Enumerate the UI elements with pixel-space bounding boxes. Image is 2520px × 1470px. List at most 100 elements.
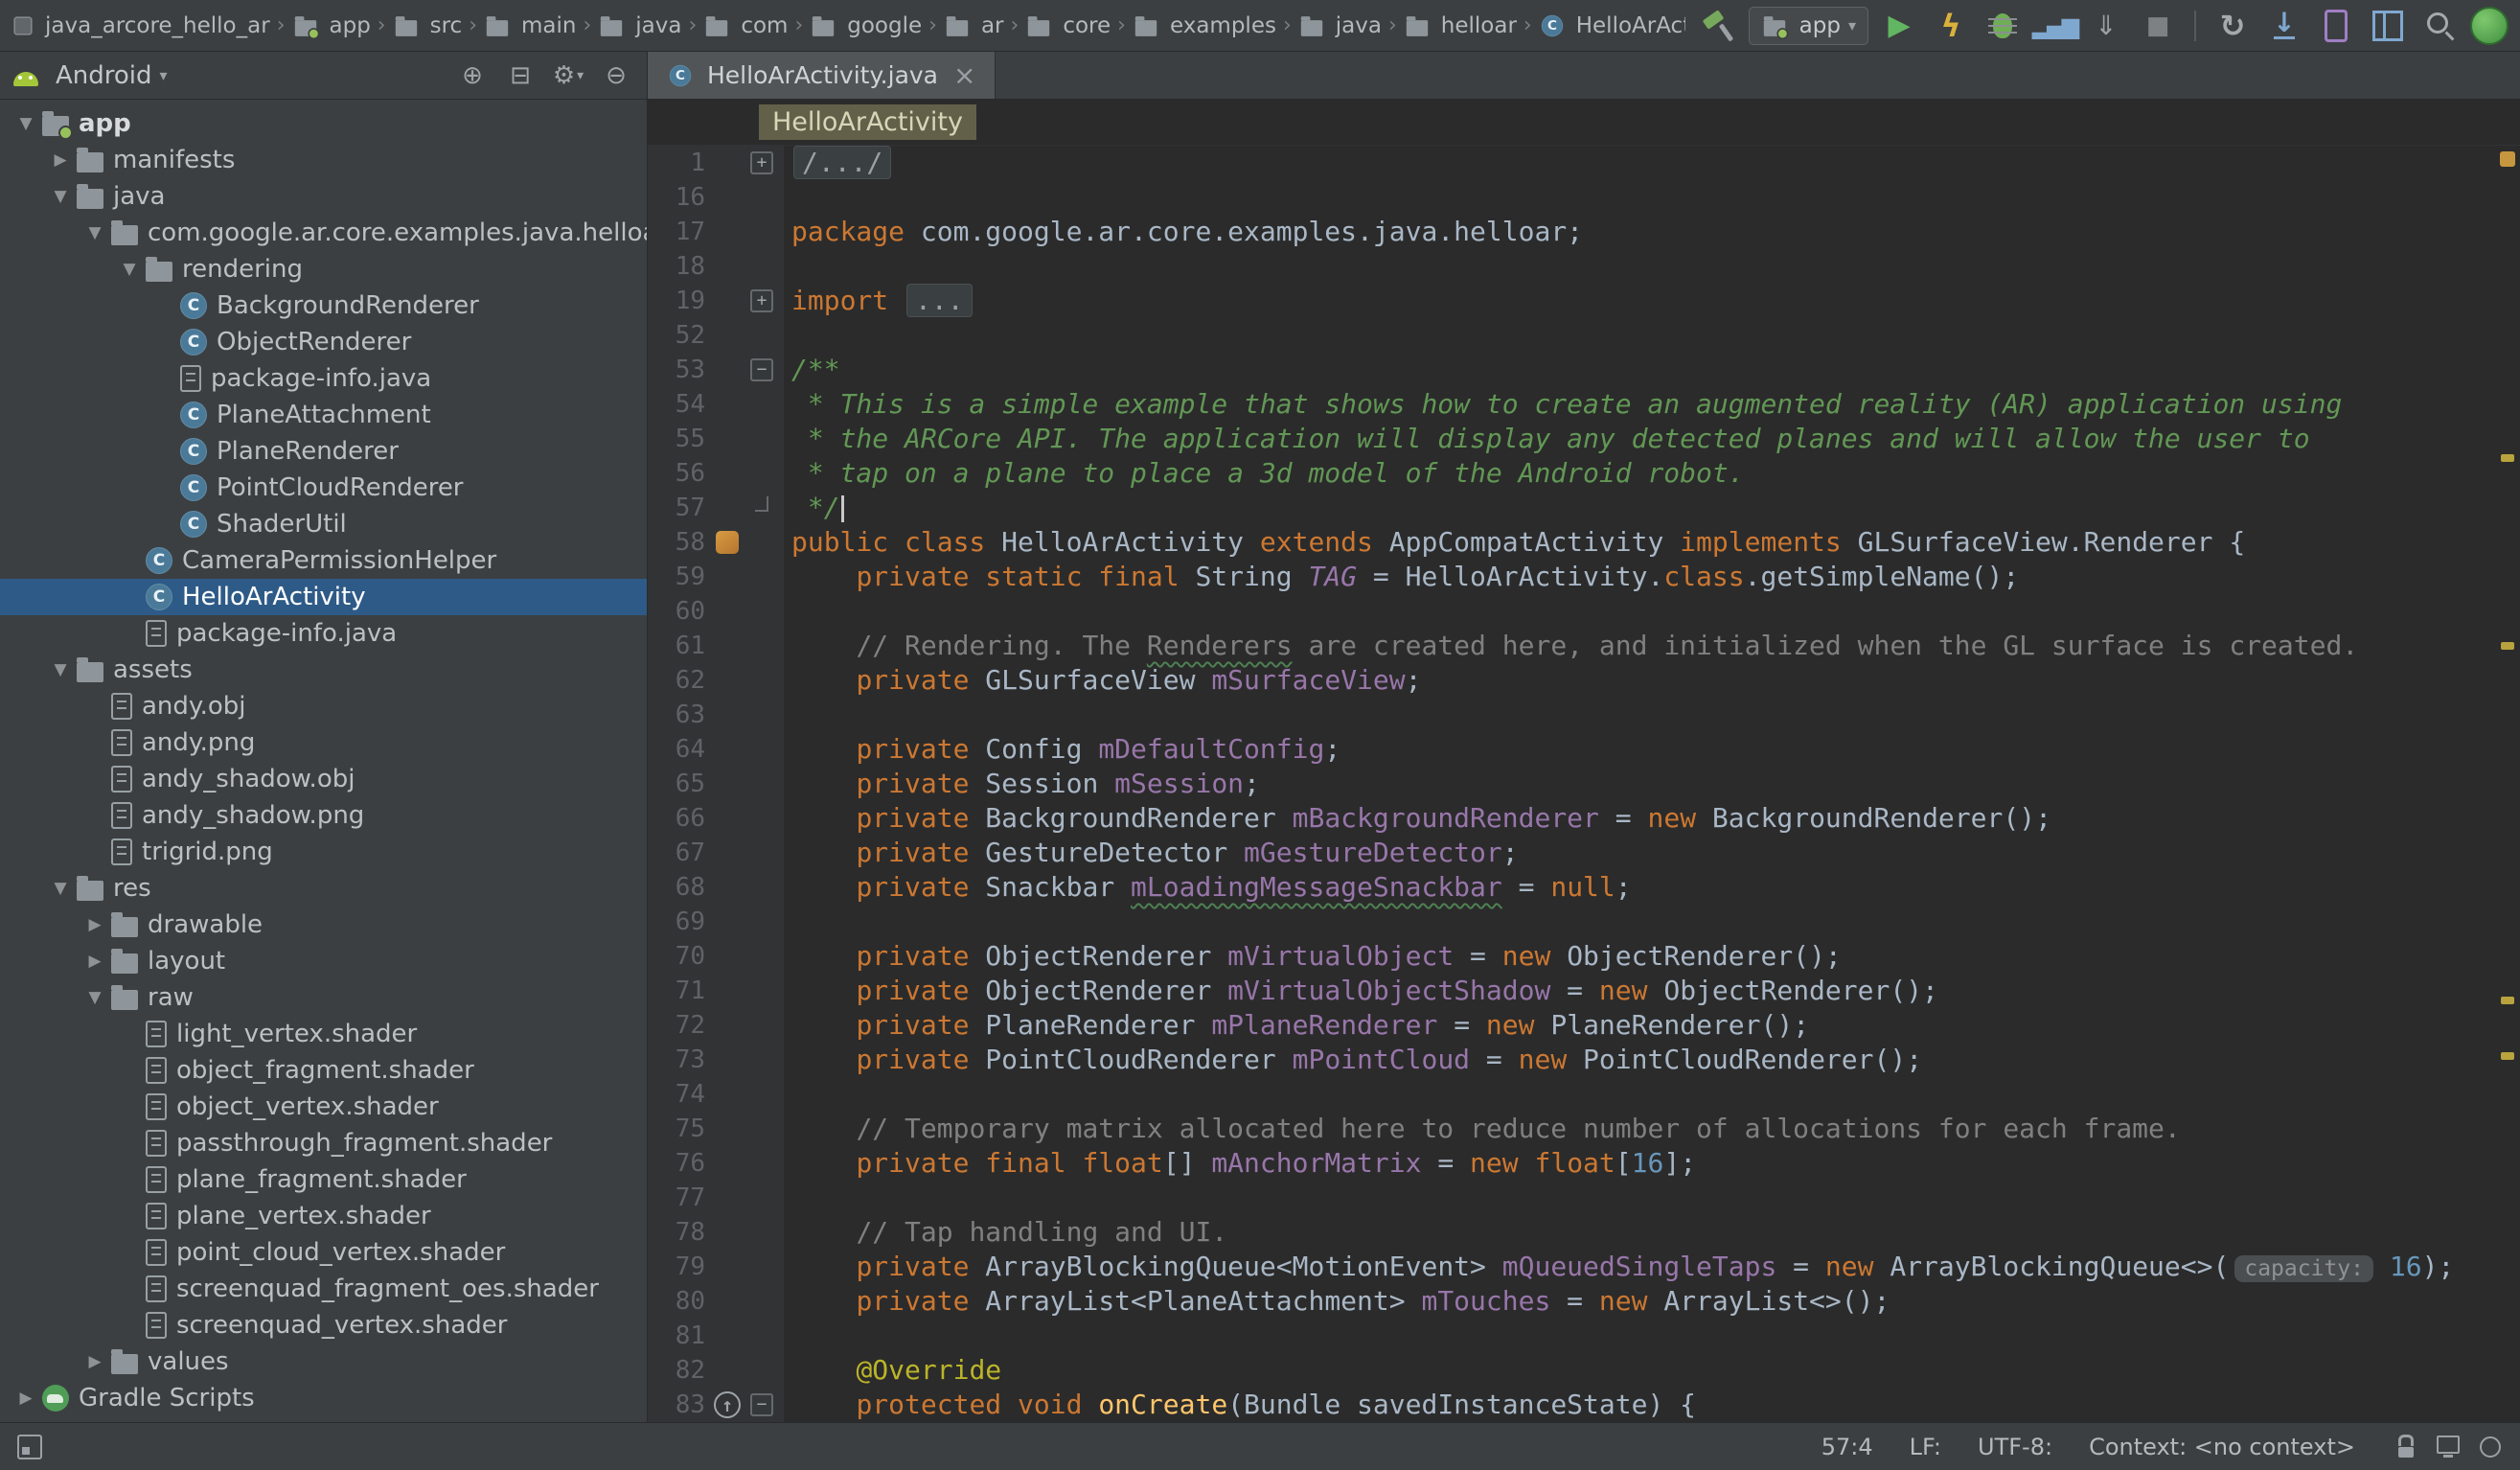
inspection-indicator-icon[interactable] [2500,151,2515,167]
code-line[interactable]: 16 [648,180,2495,215]
fold-marker-plus[interactable] [745,284,778,318]
code-line[interactable]: 74 [648,1077,2495,1112]
tree-item[interactable]: andy_shadow.obj [0,761,647,797]
code-line[interactable]: 65 private Session mSession; [648,767,2495,801]
fold-marker-minus[interactable] [745,1388,778,1422]
breadcrumb-item[interactable]: HelloArActivity [1539,12,1685,39]
tree-item[interactable]: package-info.java [0,360,647,397]
code-line[interactable]: 71 private ObjectRenderer mVirtualObject… [648,974,2495,1008]
attach-debugger-icon[interactable] [2085,5,2127,47]
tree-item[interactable]: point_cloud_vertex.shader [0,1234,647,1271]
warning-stripe-mark[interactable] [2501,642,2514,650]
tree-item[interactable]: HelloArActivity [0,579,647,615]
progress-icon[interactable] [2476,1433,2505,1461]
tree-item[interactable]: ▶manifests [0,142,647,178]
profile-avatar-icon[interactable] [2470,7,2509,45]
code-line[interactable]: 1/.../ [648,146,2495,180]
code-line[interactable]: 83 protected void onCreate(Bundle savedI… [648,1388,2495,1422]
code-line[interactable]: 72 private PlaneRenderer mPlaneRenderer … [648,1008,2495,1043]
code-line[interactable]: 73 private PointCloudRenderer mPointClou… [648,1043,2495,1077]
code-line[interactable]: 61 // Rendering. The Renderers are creat… [648,629,2495,663]
code-line[interactable]: 69 [648,905,2495,939]
tree-item[interactable]: BackgroundRenderer [0,287,647,324]
tree-item[interactable]: object_fragment.shader [0,1052,647,1089]
code-line[interactable]: 56 * tap on a plane to place a 3d model … [648,456,2495,491]
apply-changes-icon[interactable] [1930,5,1972,47]
device-manager-icon[interactable] [2315,5,2357,47]
settings-gear-icon[interactable] [551,58,585,93]
toolwindow-toggle-icon[interactable] [15,1433,44,1461]
code-line[interactable]: 55 * the ARCore API. The application wil… [648,422,2495,456]
tree-item[interactable]: andy_shadow.png [0,797,647,834]
code-line[interactable]: 79 private ArrayBlockingQueue<MotionEven… [648,1250,2495,1284]
code-line[interactable]: 59 private static final String TAG = Hel… [648,560,2495,594]
breadcrumb-item[interactable]: java [598,13,681,38]
collapsed-arrow-icon[interactable]: ▶ [10,1389,42,1408]
breadcrumb-item[interactable]: helloar [1404,13,1517,38]
tree-item[interactable]: ▶values [0,1344,647,1380]
close-icon[interactable]: × [953,59,975,91]
editor-tab[interactable]: HelloArActivity.java × [648,52,996,99]
tree-item[interactable]: ▼rendering [0,251,647,287]
collapsed-arrow-icon[interactable]: ▶ [79,952,111,971]
tree-item[interactable]: object_vertex.shader [0,1089,647,1125]
tree-item[interactable]: package-info.java [0,615,647,652]
tree-item[interactable]: ▶layout [0,943,647,979]
caret-position[interactable]: 57:4 [1821,1434,1873,1460]
code-line[interactable]: 67 private GestureDetector mGestureDetec… [648,836,2495,870]
code-line[interactable]: 64 private Config mDefaultConfig; [648,732,2495,767]
code-line[interactable]: 63 [648,698,2495,732]
tree-item[interactable]: ▼assets [0,652,647,688]
breadcrumb-item[interactable]: google [810,13,922,38]
tree-item[interactable]: andy.obj [0,688,647,724]
code-line[interactable]: 81 [648,1319,2495,1353]
tree-item[interactable]: PointCloudRenderer [0,470,647,506]
code-line[interactable]: 80 private ArrayList<PlaneAttachment> mT… [648,1284,2495,1319]
tree-item[interactable]: PlaneAttachment [0,397,647,433]
code-line[interactable]: 75 // Temporary matrix allocated here to… [648,1112,2495,1146]
code-line[interactable]: 19import ... [648,284,2495,318]
tree-item[interactable]: ▼com.google.ar.core.examples.java.helloa… [0,215,647,251]
debug-icon[interactable] [1982,5,2024,47]
notifications-icon[interactable] [2434,1433,2463,1461]
project-view-selector[interactable]: Android ▾ [13,61,168,90]
lock-icon[interactable] [2392,1433,2420,1461]
breadcrumb-item[interactable]: examples [1133,13,1276,38]
expanded-arrow-icon[interactable]: ▼ [10,114,42,133]
breadcrumb-class-chip[interactable]: HelloArActivity [759,104,976,140]
code-line[interactable]: 57 */ [648,491,2495,525]
breadcrumb-item[interactable]: core [1025,13,1111,38]
profiler-icon[interactable] [2033,5,2075,47]
fold-marker-end[interactable] [745,491,778,525]
classmark-gutter-icon[interactable] [709,525,745,560]
tree-item[interactable]: PlaneRenderer [0,433,647,470]
code-line[interactable]: 54 * This is a simple example that shows… [648,387,2495,422]
tree-item[interactable]: andy.png [0,724,647,761]
line-separator-indicator[interactable]: LF: [1910,1434,1941,1460]
tree-item[interactable]: ShaderUtil [0,506,647,542]
code-line[interactable]: 66 private BackgroundRenderer mBackgroun… [648,801,2495,836]
tree-item[interactable]: ▼app [0,105,647,142]
tree-item[interactable]: ▶Gradle Scripts [0,1380,647,1416]
run-icon[interactable] [1878,5,1920,47]
layout-inspector-icon[interactable] [2367,5,2409,47]
search-everywhere-icon[interactable] [2418,5,2461,47]
tree-item[interactable]: passthrough_fragment.shader [0,1125,647,1161]
collapse-all-icon[interactable] [503,58,538,93]
code-line[interactable]: 52 [648,318,2495,353]
expanded-arrow-icon[interactable]: ▼ [44,187,77,206]
build-hammer-icon[interactable] [1697,5,1739,47]
code-line[interactable]: 82 @Override [648,1353,2495,1388]
hide-panel-icon[interactable] [599,58,633,93]
code-line[interactable]: 58public class HelloArActivity extends A… [648,525,2495,560]
tree-item[interactable]: plane_fragment.shader [0,1161,647,1198]
code-line[interactable]: 76 private final float[] mAnchorMatrix =… [648,1146,2495,1181]
tree-item[interactable]: ▼res [0,870,647,907]
sync-project-icon[interactable] [2211,5,2254,47]
tree-item[interactable]: screenquad_fragment_oes.shader [0,1271,647,1307]
fold-marker-plus[interactable] [745,146,778,180]
breadcrumb-item[interactable]: main [484,13,576,38]
expanded-arrow-icon[interactable]: ▼ [79,223,111,242]
expanded-arrow-icon[interactable]: ▼ [44,660,77,679]
expanded-arrow-icon[interactable]: ▼ [44,879,77,898]
